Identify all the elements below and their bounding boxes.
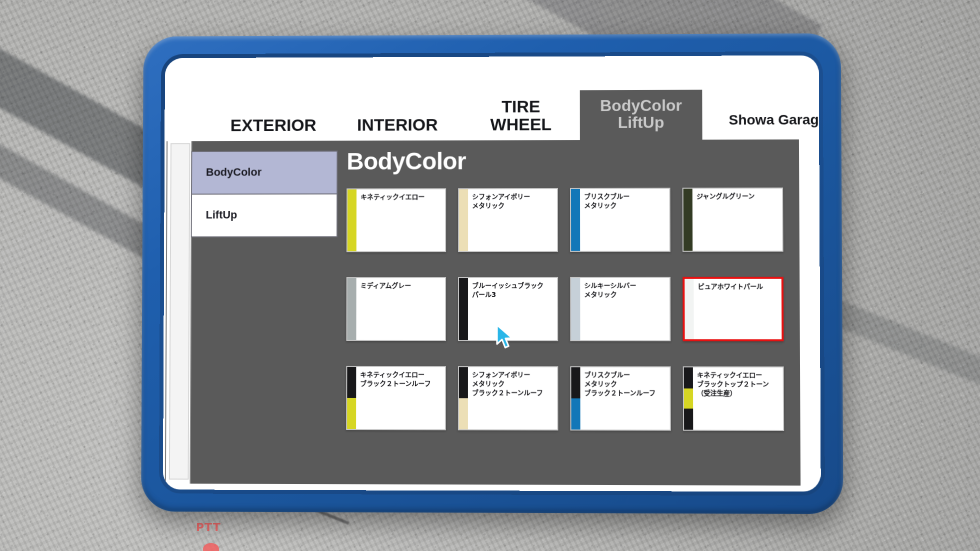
- color-swatch: [684, 278, 694, 340]
- color-swatch: [683, 188, 693, 251]
- color-swatch: [571, 367, 581, 430]
- sidebar-item-label: LiftUp: [205, 209, 238, 222]
- color-card-label: キネティックイエロー ブラック２トーンルーフ: [360, 370, 431, 389]
- color-swatch: [683, 367, 694, 430]
- color-card-grid: キネティックイエロー シフォンアイボリー メタリック ブリスクブルー メタリック ジャ…: [346, 187, 792, 431]
- color-card-label: ブリスクブルー メタリック: [584, 192, 630, 211]
- color-card-label: キネティックイエロー ブラックトップ２トーン （受注生産）: [696, 371, 769, 398]
- scene: PTT EXTERIOR INTERIOR TIRE WHEEL BodyCol…: [0, 0, 980, 551]
- color-swatch-band: [571, 398, 581, 430]
- tablet-device: EXTERIOR INTERIOR TIRE WHEEL BodyColor L…: [140, 33, 844, 515]
- color-card-label: ブリスクブルー メタリック ブラック２トーンルーフ: [584, 371, 656, 398]
- app-ui: EXTERIOR INTERIOR TIRE WHEEL BodyColor L…: [162, 55, 821, 492]
- sidebar-item-bodycolor[interactable]: BodyColor: [191, 150, 338, 194]
- color-swatch-band: [347, 278, 357, 340]
- color-swatch-band: [683, 188, 693, 251]
- ptt-marker-label: PTT: [196, 521, 221, 534]
- color-card[interactable]: ジャングルグリーン: [682, 187, 784, 252]
- color-swatch: [571, 277, 581, 341]
- color-card-label: ジャングルグリーン: [696, 192, 755, 201]
- sidebar: BodyColor LiftUp: [190, 150, 338, 238]
- page-title: BodyColor: [346, 148, 467, 176]
- color-swatch: [347, 278, 357, 340]
- color-card[interactable]: キネティックイエロー ブラック２トーンルーフ: [346, 365, 446, 431]
- color-swatch-band: [347, 366, 357, 398]
- color-swatch: [347, 366, 357, 430]
- color-swatch-band: [347, 397, 357, 430]
- sidebar-item-liftup[interactable]: LiftUp: [190, 193, 338, 238]
- color-card[interactable]: キネティックイエロー: [346, 188, 447, 253]
- color-card-label: キネティックイエロー: [360, 193, 425, 202]
- content-panel: BodyColor LiftUp BodyColor キネティックイエローシフォ…: [164, 139, 801, 486]
- color-card-label: ブルーイッシュブラック パール3: [472, 281, 544, 300]
- color-card[interactable]: シフォンアイボリー メタリック ブラック２トーンルーフ: [457, 366, 559, 431]
- color-swatch-band: [458, 398, 468, 430]
- color-card[interactable]: ピュアホワイトパール: [682, 276, 784, 342]
- color-swatch-band: [683, 388, 694, 409]
- tab-showa-garage[interactable]: Showa Garage: [707, 111, 821, 127]
- tab-bodycolor-liftup[interactable]: BodyColor LiftUp: [579, 89, 703, 143]
- color-card[interactable]: ミディアムグレー: [346, 277, 447, 342]
- color-swatch: [458, 367, 468, 430]
- color-swatch-band: [570, 188, 581, 251]
- color-card[interactable]: シフォンアイボリー メタリック: [458, 187, 559, 253]
- color-swatch-band: [571, 277, 581, 341]
- tab-tire-wheel[interactable]: TIRE WHEEL: [462, 97, 580, 134]
- color-swatch: [459, 189, 469, 252]
- color-swatch-band: [347, 189, 357, 252]
- tablet-screen: EXTERIOR INTERIOR TIRE WHEEL BodyColor L…: [162, 55, 821, 492]
- color-swatch: [347, 189, 357, 252]
- scrollbar-thumb[interactable]: [168, 143, 191, 480]
- color-card[interactable]: シルキーシルバー メタリック: [570, 276, 671, 342]
- tab-exterior[interactable]: EXTERIOR: [214, 116, 333, 135]
- sidebar-item-label: BodyColor: [205, 166, 262, 179]
- color-card-label: シルキーシルバー メタリック: [584, 281, 637, 300]
- color-card-label: シフォンアイボリー メタリック: [472, 193, 531, 211]
- color-swatch-band: [683, 367, 694, 389]
- color-swatch-band: [458, 367, 468, 399]
- vertical-scrollbar[interactable]: [164, 141, 193, 484]
- color-swatch-band: [684, 278, 694, 340]
- color-swatch-band: [458, 278, 469, 341]
- color-card-label: ミディアムグレー: [360, 282, 412, 291]
- color-card[interactable]: キネティックイエロー ブラックトップ２トーン （受注生産）: [682, 366, 785, 431]
- ptt-marker-dot: [203, 543, 219, 551]
- color-swatch-band: [571, 367, 581, 399]
- color-swatch: [570, 188, 581, 251]
- tab-interior[interactable]: INTERIOR: [333, 116, 462, 135]
- color-swatch-band: [459, 189, 469, 252]
- color-swatch-band: [683, 408, 694, 430]
- color-swatch: [458, 278, 469, 341]
- color-card[interactable]: ブルーイッシュブラック パール3: [457, 276, 559, 342]
- color-card-label: シフォンアイボリー メタリック ブラック２トーンルーフ: [471, 371, 543, 398]
- color-card[interactable]: ブリスクブルー メタリック: [569, 187, 671, 252]
- color-card-label: ピュアホワイトパール: [697, 282, 764, 291]
- tab-bar: EXTERIOR INTERIOR TIRE WHEEL BodyColor L…: [165, 89, 821, 143]
- color-card[interactable]: ブリスクブルー メタリック ブラック２トーンルーフ: [570, 366, 671, 431]
